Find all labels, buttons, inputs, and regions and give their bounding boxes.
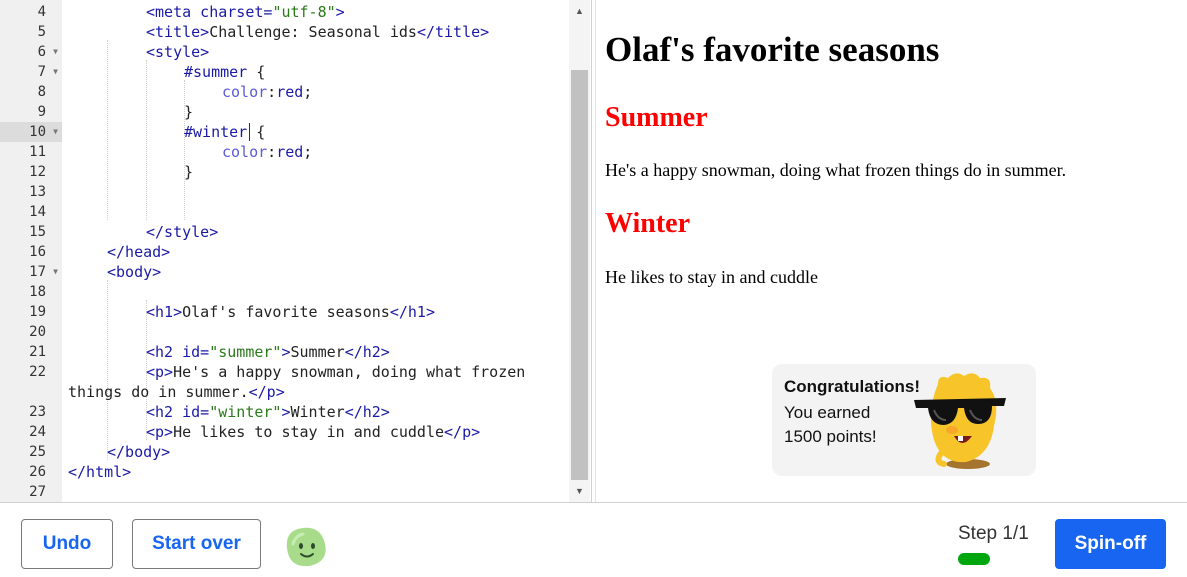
line-number: 5 <box>37 24 46 40</box>
code-line[interactable]: <meta charset="utf-8"> <box>146 2 345 22</box>
code-line[interactable]: color:red; <box>222 142 312 162</box>
editor-scrollbar[interactable]: ▲ ▼ <box>569 0 590 502</box>
line-number: 20 <box>29 324 46 340</box>
start-over-button[interactable]: Start over <box>132 519 261 569</box>
code-line[interactable]: <p>He likes to stay in and cuddle</p> <box>146 422 480 442</box>
line-number: 8 <box>37 84 46 100</box>
sunglasses-mascot-icon <box>914 373 1006 469</box>
winter-heading: Winter <box>605 208 691 239</box>
indent-guide <box>107 40 108 220</box>
line-number: 4 <box>37 4 46 20</box>
code-line[interactable]: #winter { <box>184 122 265 142</box>
code-editor[interactable]: 4 5 6 ▼ 7 ▼ 8 9 10 ▼ 11 12 13 14 15 16 17 ▼ 18 19 20 21 22 23 24… <box>0 0 592 502</box>
code-line[interactable]: </html> <box>68 462 131 482</box>
code-line[interactable]: </body> <box>107 442 170 462</box>
fold-arrow-icon[interactable]: ▼ <box>53 62 58 82</box>
code-line[interactable]: </style> <box>146 222 218 242</box>
code-line[interactable]: <h1>Olaf's favorite seasons</h1> <box>146 302 435 322</box>
code-line[interactable]: <style> <box>146 42 209 62</box>
code-line[interactable]: } <box>184 102 193 122</box>
preview-pane: Olaf's favorite seasons Summer He's a ha… <box>595 0 1187 502</box>
congratulations-card: Congratulations! You earned 1500 points! <box>772 364 1036 476</box>
code-line[interactable]: <h2 id="winter">Winter</h2> <box>146 402 390 422</box>
code-line[interactable]: <p>He's a happy snowman, doing what froz… <box>146 362 525 382</box>
spin-off-button[interactable]: Spin-off <box>1055 519 1166 569</box>
line-number: 14 <box>29 204 46 220</box>
line-number: 18 <box>29 284 46 300</box>
line-number: 19 <box>29 304 46 320</box>
line-number-gutter: 4 5 6 ▼ 7 ▼ 8 9 10 ▼ 11 12 13 14 15 16 17 ▼ 18 19 20 21 22 23 24… <box>0 0 62 502</box>
summer-heading: Summer <box>605 102 708 133</box>
line-number: 12 <box>29 164 46 180</box>
preview-title: Olaf's favorite seasons <box>605 30 940 69</box>
line-number: 17 ▼ <box>29 262 58 282</box>
winter-text: He likes to stay in and cuddle <box>605 267 818 287</box>
fold-arrow-icon[interactable]: ▼ <box>53 42 58 62</box>
line-number: 7 ▼ <box>37 62 58 82</box>
congrats-line-1: You earned <box>784 403 871 422</box>
step-indicator: Step 1/1 <box>958 523 1029 544</box>
step-progress-bar <box>958 553 990 565</box>
indent-guide <box>107 280 108 460</box>
summer-text: He's a happy snowman, doing what frozen … <box>605 160 1067 180</box>
line-number: 21 <box>29 344 46 360</box>
undo-button[interactable]: Undo <box>21 519 113 569</box>
code-line[interactable]: <title>Challenge: Seasonal ids</title> <box>146 22 489 42</box>
indent-guide <box>184 80 185 220</box>
fold-arrow-icon[interactable]: ▼ <box>53 262 58 282</box>
fold-arrow-icon[interactable]: ▼ <box>53 122 58 142</box>
code-line[interactable]: <body> <box>107 262 161 282</box>
code-area[interactable]: <meta charset="utf-8"> <title>Challenge: … <box>68 0 564 502</box>
footer-bar: Undo Start over Step 1/1 Spin-off <box>0 502 1187 577</box>
code-line[interactable]: #summer { <box>184 62 265 82</box>
line-number: 6 ▼ <box>37 42 58 62</box>
code-line[interactable]: things do in summer.</p> <box>68 382 285 402</box>
scroll-up-arrow-icon[interactable]: ▲ <box>569 2 590 20</box>
text-cursor <box>249 123 250 141</box>
indent-guide <box>146 60 147 220</box>
congrats-title: Congratulations! <box>784 377 920 396</box>
line-number: 24 <box>29 424 46 440</box>
scroll-down-arrow-icon[interactable]: ▼ <box>569 482 590 500</box>
line-number: 10 ▼ <box>0 122 62 142</box>
green-blob-avatar-icon <box>286 527 326 567</box>
congrats-line-2: 1500 points! <box>784 427 877 446</box>
code-line[interactable]: <h2 id="summer">Summer</h2> <box>146 342 390 362</box>
scrollbar-thumb[interactable] <box>571 70 588 480</box>
line-number: 27 <box>29 484 46 500</box>
line-number: 22 <box>29 364 46 380</box>
line-number: 25 <box>29 444 46 460</box>
line-number: 9 <box>37 104 46 120</box>
line-number: 13 <box>29 184 46 200</box>
line-number: 11 <box>29 144 46 160</box>
line-number: 23 <box>29 404 46 420</box>
code-line[interactable]: } <box>184 162 193 182</box>
code-line[interactable]: color:red; <box>222 82 312 102</box>
line-number: 16 <box>29 244 46 260</box>
line-number: 15 <box>29 224 46 240</box>
line-number: 26 <box>29 464 46 480</box>
code-line[interactable]: </head> <box>107 242 170 262</box>
